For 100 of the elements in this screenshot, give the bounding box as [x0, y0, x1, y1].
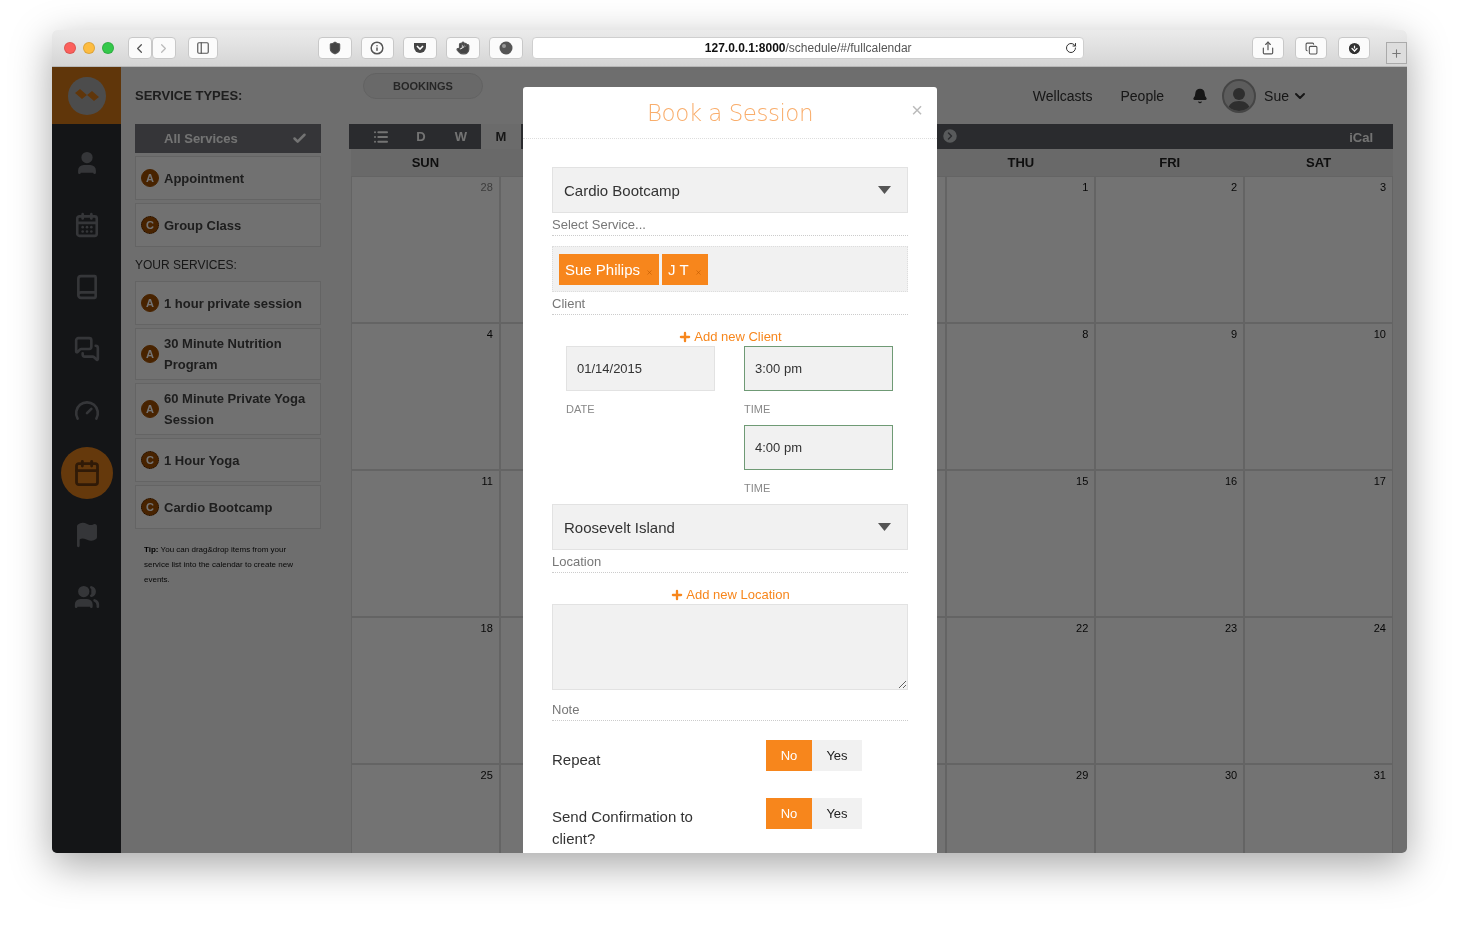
date-number: 10: [1373, 328, 1386, 340]
service-badge: A: [141, 400, 159, 418]
service-label: Group Class: [164, 216, 242, 235]
calendar-cell[interactable]: 16: [1095, 470, 1245, 617]
date-number: 25: [480, 769, 493, 781]
view-tab[interactable]: M: [481, 124, 521, 149]
service-label: Cardio Bootcamp: [164, 498, 273, 517]
service-label: 60 Minute Private Yoga Session: [164, 390, 307, 429]
date-number: 3: [1379, 181, 1386, 193]
address-bar[interactable]: 127.0.0.1:8000/schedule/#/fullcalendar: [532, 37, 1085, 59]
section-heading: SERVICE TYPES:: [135, 88, 244, 103]
date-number: 30: [1224, 769, 1238, 781]
field-label: Select Service...: [552, 213, 908, 236]
toggle-label: Send Confirmation to client?: [552, 807, 694, 849]
add-client-link[interactable]: Add new Client: [678, 329, 782, 344]
service-badge: A: [141, 294, 159, 312]
calendar-cell[interactable]: 18: [351, 617, 500, 764]
toggle-option[interactable]: No: [766, 740, 812, 771]
date-number: 8: [1082, 328, 1089, 340]
calendar-cell[interactable]: 29: [946, 764, 1096, 853]
field-label: DATE: [566, 403, 596, 415]
service-label: 1 hour private session: [164, 294, 302, 313]
calendar-cell[interactable]: 8: [946, 323, 1096, 470]
day-header: THU: [946, 149, 1096, 176]
service-badge: A: [141, 345, 159, 363]
date-number: 31: [1373, 769, 1386, 781]
service-label: 1 Hour Yoga: [164, 451, 240, 470]
url-text: 127.0.0.1:8000/schedule/#/fullcalendar: [704, 41, 912, 55]
field-label: TIME: [744, 403, 772, 415]
user-menu[interactable]: Sue: [1264, 87, 1308, 104]
date-field[interactable]: 01/14/2015: [566, 346, 715, 391]
view-tab[interactable]: W: [441, 124, 481, 149]
service-select[interactable]: Cardio Bootcamp: [552, 167, 908, 213]
calendar-cell[interactable]: 4: [351, 323, 500, 470]
date-number: 23: [1224, 622, 1238, 634]
service-item[interactable]: C 1 Hour Yoga: [135, 438, 321, 482]
date-number: 22: [1076, 622, 1089, 634]
service-type-item[interactable]: C Group Class: [135, 203, 321, 247]
date-number: 16: [1224, 475, 1238, 487]
service-item[interactable]: A 1 hour private session: [135, 281, 321, 325]
toggle-option[interactable]: Yes: [812, 798, 862, 829]
calendar-cell[interactable]: 3: [1244, 176, 1393, 323]
client-field[interactable]: Sue Philips J T: [552, 246, 908, 292]
time-field[interactable]: 3:00 pm: [744, 346, 893, 391]
service-item[interactable]: A 30 Minute Nutrition Program: [135, 328, 321, 380]
date-number: 2: [1231, 181, 1238, 193]
calendar-cell[interactable]: 31: [1244, 764, 1393, 853]
dialog-title: Book a Session: [647, 99, 813, 126]
bookings-button[interactable]: BOOKINGS: [363, 73, 483, 99]
service-badge: C: [141, 498, 159, 516]
tip-text: Tip: You can drag&drop items from your service list into the calendar to create new events.: [143, 544, 294, 586]
calendar-cell[interactable]: 2: [1095, 176, 1245, 323]
view-tab[interactable]: D: [401, 124, 441, 149]
ical-link[interactable]: iCal: [1349, 130, 1373, 145]
date-number: 17: [1373, 475, 1386, 487]
day-header: FRI: [1095, 149, 1245, 176]
calendar-cell[interactable]: 30: [1095, 764, 1245, 853]
service-item[interactable]: A 60 Minute Private Yoga Session: [135, 383, 321, 435]
calendar-cell[interactable]: 17: [1244, 470, 1393, 617]
date-number: 15: [1076, 475, 1089, 487]
date-number: 9: [1231, 328, 1238, 340]
date-number: 11: [481, 475, 493, 487]
date-number: 18: [480, 622, 493, 634]
service-badge: C: [141, 451, 159, 469]
field-label: Location: [552, 550, 908, 573]
date-number: 29: [1076, 769, 1089, 781]
field-label: TIME: [744, 482, 772, 494]
calendar-cell[interactable]: 23: [1095, 617, 1245, 764]
location-select[interactable]: Roosevelt Island: [552, 504, 908, 550]
add-location-link[interactable]: Add new Location: [670, 587, 790, 602]
toggle-option[interactable]: No: [766, 798, 812, 829]
calendar-cell[interactable]: 22: [946, 617, 1096, 764]
toggle-label: Repeat: [552, 750, 602, 770]
service-badge: C: [141, 216, 159, 234]
service-label: Appointment: [164, 169, 245, 188]
calendar-cell[interactable]: 9: [1095, 323, 1245, 470]
calendar-cell[interactable]: 15: [946, 470, 1096, 617]
nav-link[interactable]: People: [1120, 87, 1165, 104]
calendar-cell[interactable]: 24: [1244, 617, 1393, 764]
service-label: 30 Minute Nutrition Program: [164, 335, 283, 374]
toggle-option[interactable]: Yes: [812, 740, 862, 771]
field-label: Client: [552, 292, 908, 315]
calendar-cell[interactable]: 10: [1244, 323, 1393, 470]
service-badge: A: [141, 169, 159, 187]
service-type-item[interactable]: A Appointment: [135, 156, 321, 200]
calendar-cell[interactable]: 25: [351, 764, 500, 853]
date-number: 1: [1082, 181, 1089, 193]
time-field[interactable]: 4:00 pm: [744, 425, 893, 470]
date-number: 24: [1373, 622, 1386, 634]
nav-link[interactable]: Wellcasts: [1032, 87, 1093, 104]
day-header: SAT: [1244, 149, 1393, 176]
service-item[interactable]: C Cardio Bootcamp: [135, 485, 321, 529]
section-heading: YOUR SERVICES:: [135, 258, 238, 272]
client-tag[interactable]: Sue Philips: [559, 253, 660, 285]
day-header: SUN: [351, 149, 500, 176]
calendar-cell[interactable]: 1: [946, 176, 1096, 323]
calendar-cell[interactable]: 11: [351, 470, 500, 617]
field-label: Note: [552, 698, 908, 721]
client-tag[interactable]: J T: [662, 253, 708, 285]
date-number: 4: [486, 328, 493, 340]
